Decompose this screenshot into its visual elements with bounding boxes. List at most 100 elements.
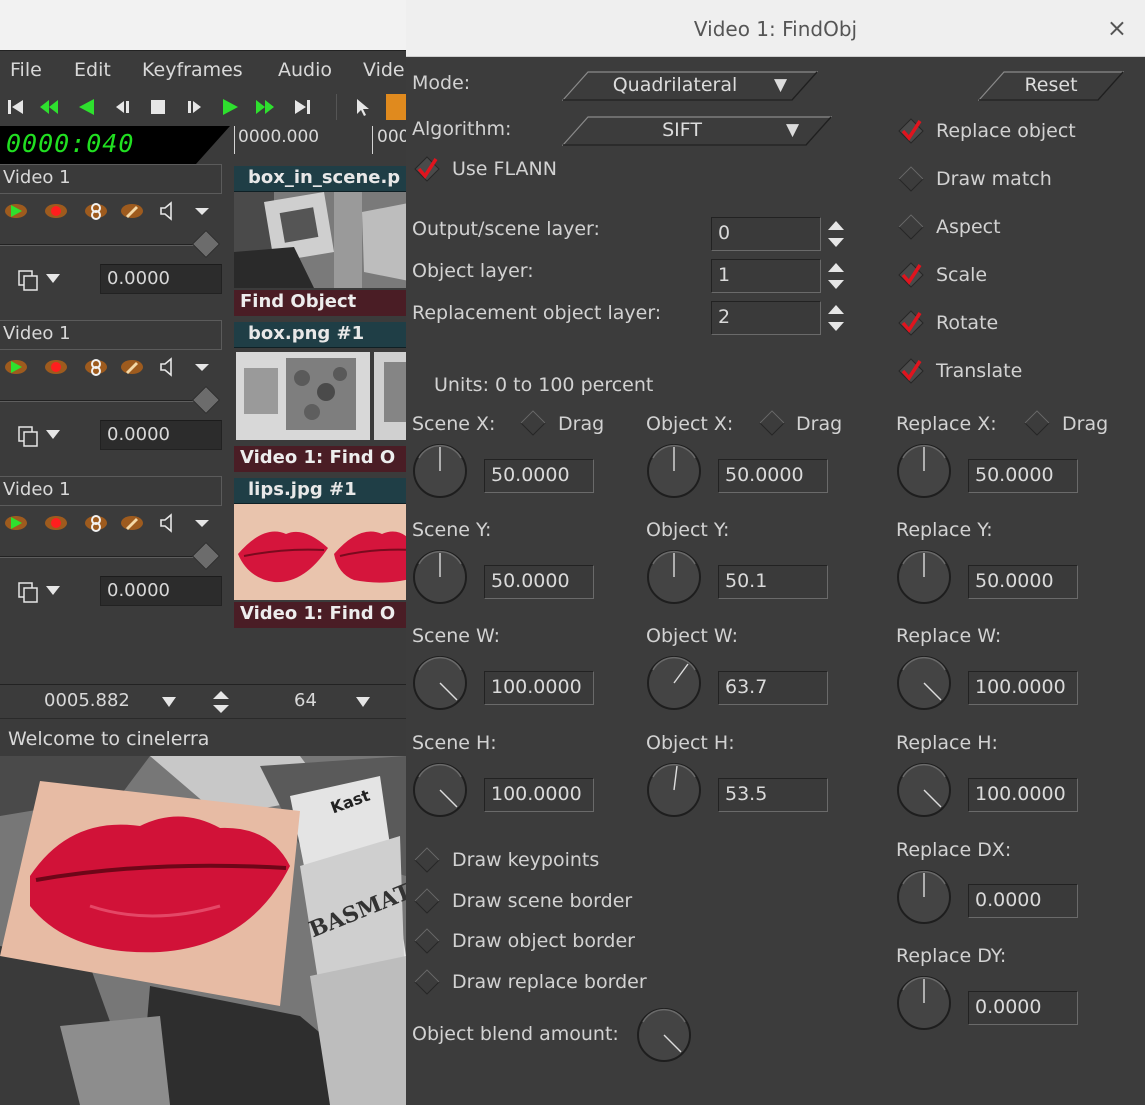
scene-x-input[interactable]: 50.0000 [484, 459, 594, 493]
track-title[interactable]: Video 1 [0, 164, 222, 194]
object-x-knob[interactable] [646, 443, 702, 499]
track-fader-slider[interactable] [0, 541, 221, 571]
plugin-label[interactable]: Video 1: Find O [234, 446, 406, 472]
object-y-knob[interactable] [646, 549, 702, 605]
arrow-pointer-icon[interactable] [352, 96, 374, 118]
track-fader-value[interactable]: 0.0000 [100, 420, 222, 450]
object-y-input[interactable]: 50.1 [718, 565, 828, 599]
replace-x-knob[interactable] [896, 443, 952, 499]
expand-track-icon[interactable] [191, 200, 213, 222]
play-track-icon[interactable] [5, 356, 27, 378]
expand-track-icon[interactable] [191, 512, 213, 534]
menu-keyframes[interactable]: Keyframes [142, 59, 243, 81]
stop-icon[interactable] [147, 96, 169, 118]
gang-icon[interactable] [85, 200, 107, 222]
play-icon[interactable] [219, 96, 241, 118]
blend-amount-knob[interactable] [636, 1007, 692, 1063]
output-scene-layer-input[interactable]: 0 [711, 217, 821, 251]
track-format-icon[interactable] [18, 580, 66, 604]
draw-track-icon[interactable] [121, 200, 143, 222]
replace-dx-knob[interactable] [896, 869, 952, 925]
scene-x-knob[interactable] [412, 443, 468, 499]
scene-drag-toggle[interactable] [520, 410, 546, 436]
frame-forward-icon[interactable] [184, 96, 206, 118]
draw-track-icon[interactable] [121, 356, 143, 378]
replace-h-knob[interactable] [896, 762, 952, 818]
record-track-icon[interactable] [45, 200, 67, 222]
replace-w-input[interactable]: 100.0000 [968, 671, 1078, 705]
fast-forward-icon[interactable] [254, 96, 276, 118]
menu-edit[interactable]: Edit [74, 59, 111, 81]
plugin-label[interactable]: Video 1: Find O [234, 602, 406, 628]
menu-file[interactable]: File [10, 59, 42, 81]
replace-dy-knob[interactable] [896, 975, 952, 1031]
object-h-input[interactable]: 53.5 [718, 778, 828, 812]
object-h-knob[interactable] [646, 762, 702, 818]
scene-h-knob[interactable] [412, 762, 468, 818]
rewind-to-start-icon[interactable] [5, 96, 27, 118]
scene-y-knob[interactable] [412, 549, 468, 605]
replace-y-knob[interactable] [896, 549, 952, 605]
object-layer-input[interactable]: 1 [711, 259, 821, 293]
object-w-input[interactable]: 63.7 [718, 671, 828, 705]
edit-title[interactable]: box.png #1 [234, 322, 406, 348]
replace-h-input[interactable]: 100.0000 [968, 778, 1078, 812]
spin-up-down-icon[interactable] [826, 301, 846, 335]
replace-x-input[interactable]: 50.0000 [968, 459, 1078, 493]
amplitude-zoom-value[interactable]: 64 [294, 690, 317, 711]
edit-title[interactable]: lips.jpg #1 [234, 478, 406, 504]
track-format-icon[interactable] [18, 268, 66, 292]
replace-dy-input[interactable]: 0.0000 [968, 991, 1078, 1025]
play-track-icon[interactable] [5, 512, 27, 534]
track-fader-slider[interactable] [0, 385, 221, 415]
plugin-label[interactable]: Find Object [234, 290, 406, 316]
expand-track-icon[interactable] [191, 356, 213, 378]
replace-dx-input[interactable]: 0.0000 [968, 884, 1078, 918]
mute-icon[interactable] [157, 512, 179, 534]
mode-select[interactable]: Quadrilateral ▼ [562, 71, 818, 101]
algorithm-select[interactable]: SIFT ▼ [562, 116, 832, 146]
mute-icon[interactable] [157, 200, 179, 222]
menu-audio[interactable]: Audio [278, 59, 332, 81]
fast-reverse-icon[interactable] [38, 96, 60, 118]
scene-w-knob[interactable] [412, 655, 468, 711]
reset-button[interactable]: Reset [978, 71, 1124, 101]
play-track-icon[interactable] [5, 200, 27, 222]
menu-video[interactable]: Vide [363, 59, 405, 81]
scene-h-input[interactable]: 100.0000 [484, 778, 594, 812]
spin-up-down-icon[interactable] [826, 259, 846, 293]
replace-y-input[interactable]: 50.0000 [968, 565, 1078, 599]
sample-zoom-value[interactable]: 0005.882 [44, 690, 130, 711]
record-track-icon[interactable] [45, 512, 67, 534]
replacement-layer-input[interactable]: 2 [711, 301, 821, 335]
jump-to-end-icon[interactable] [291, 96, 313, 118]
object-x-input[interactable]: 50.0000 [718, 459, 828, 493]
reverse-play-icon[interactable] [76, 96, 98, 118]
track-title[interactable]: Video 1 [0, 476, 222, 506]
edit-title[interactable]: box_in_scene.p [234, 166, 406, 192]
track-fader-slider[interactable] [0, 229, 221, 259]
replace-w-knob[interactable] [896, 655, 952, 711]
track-fader-value[interactable]: 0.0000 [100, 264, 222, 294]
object-drag-toggle[interactable] [759, 410, 785, 436]
frame-reverse-icon[interactable] [111, 96, 133, 118]
scene-y-input[interactable]: 50.0000 [484, 565, 594, 599]
draw-track-icon[interactable] [121, 512, 143, 534]
gang-icon[interactable] [85, 356, 107, 378]
dropdown-arrow-icon[interactable] [354, 695, 372, 709]
close-icon[interactable]: × [1107, 14, 1127, 42]
timeline-canvas[interactable]: box_in_scene.p Find Object box.png #1 Vi… [232, 164, 406, 684]
track-title[interactable]: Video 1 [0, 320, 222, 350]
scene-w-input[interactable]: 100.0000 [484, 671, 594, 705]
ibeam-tool-icon[interactable] [386, 94, 406, 120]
spin-up-down-icon[interactable] [826, 217, 846, 251]
track-format-icon[interactable] [18, 424, 66, 448]
replace-drag-toggle[interactable] [1024, 410, 1050, 436]
dropdown-arrow-icon[interactable] [160, 695, 178, 709]
timeline-ruler[interactable]: 0000.000 000 [232, 126, 409, 164]
record-track-icon[interactable] [45, 356, 67, 378]
mute-icon[interactable] [157, 356, 179, 378]
object-w-knob[interactable] [646, 655, 702, 711]
gang-icon[interactable] [85, 512, 107, 534]
spin-up-down-icon[interactable] [210, 689, 232, 715]
